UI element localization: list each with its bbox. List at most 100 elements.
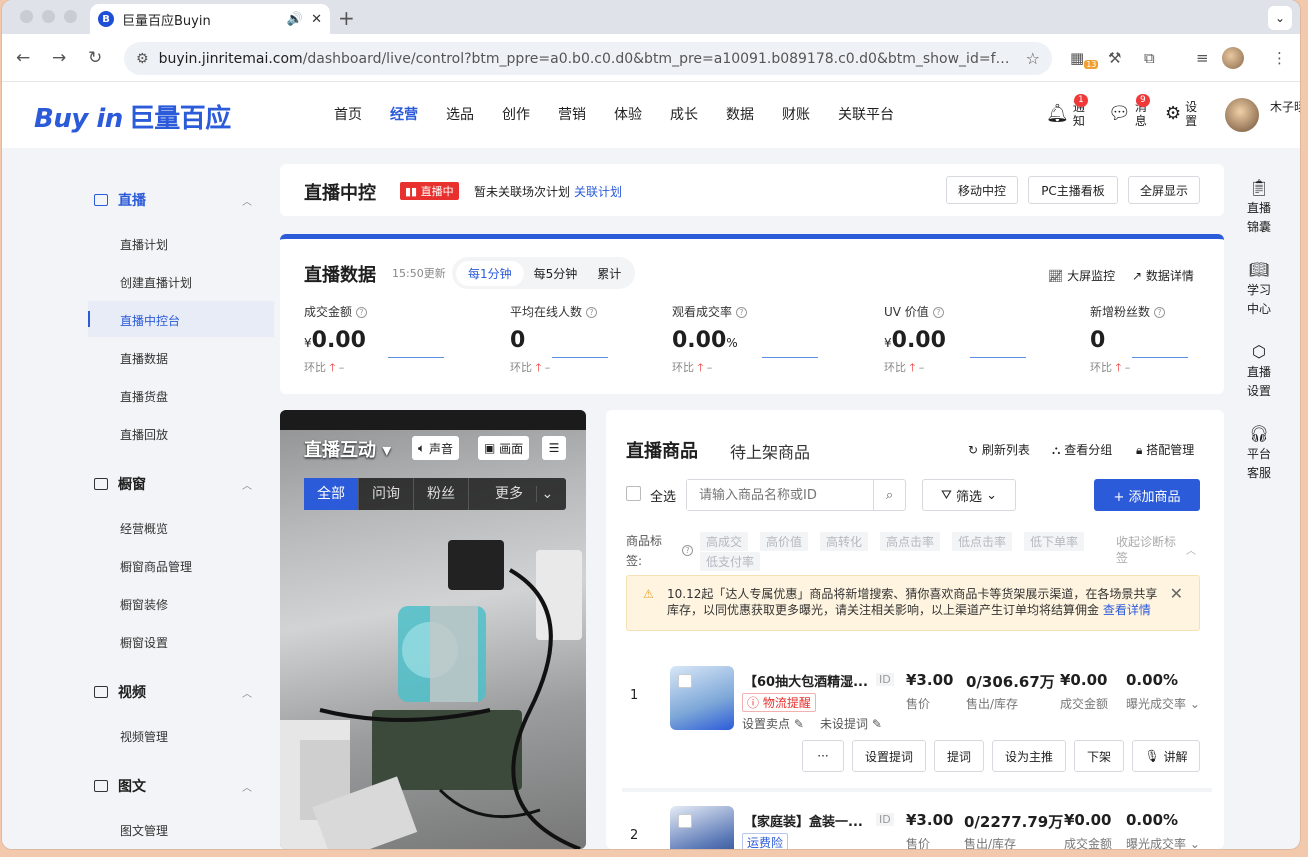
collapse-tags-button[interactable]: 收起诊断标签 bbox=[1116, 534, 1176, 566]
user-name[interactable]: 木子旸 bbox=[1270, 98, 1300, 115]
extension-icon[interactable]: ▦ 13 bbox=[1070, 49, 1099, 69]
explain-button[interactable]: 🎙︎ 讲解 bbox=[1132, 740, 1200, 772]
rail-live-settings[interactable]: ⬡ 直播设置 bbox=[1238, 342, 1280, 401]
goods-title[interactable]: 直播商品 bbox=[626, 437, 698, 463]
tag-high-ctr[interactable]: 高点击率 bbox=[880, 532, 941, 551]
chevron-up-icon[interactable]: ︿ bbox=[242, 193, 252, 208]
tab-all[interactable]: 全部 bbox=[304, 478, 359, 510]
fullscreen-button[interactable]: 全屏显示 bbox=[1128, 176, 1200, 204]
set-prompt-button[interactable]: 设置提词 bbox=[852, 740, 926, 772]
tab-questions[interactable]: 问询 bbox=[359, 478, 414, 510]
new-tab-button[interactable]: + bbox=[338, 6, 355, 30]
sidebar-section-video[interactable]: 视频 bbox=[94, 682, 146, 702]
tag-high-deal[interactable]: 高成交 bbox=[700, 532, 749, 551]
interaction-title[interactable]: 直播互动 ▾ bbox=[304, 436, 391, 462]
big-screen-button[interactable]: 📈︎ 大屏监控 bbox=[1048, 267, 1115, 284]
sidebar-item-create-plan[interactable]: 创建直播计划 bbox=[120, 274, 192, 291]
speaker-icon[interactable]: 🔊 bbox=[287, 12, 303, 27]
prompt-status[interactable]: 未设提词 ✎ bbox=[820, 715, 882, 732]
sidebar-item-replay[interactable]: 直播回放 bbox=[120, 426, 168, 443]
close-window-button[interactable] bbox=[20, 10, 33, 23]
interval-5min[interactable]: 每5分钟 bbox=[524, 261, 588, 286]
bundle-button[interactable]: 🔒︎ 搭配管理 bbox=[1136, 441, 1194, 458]
nav-growth[interactable]: 成长 bbox=[656, 104, 712, 124]
delist-button[interactable]: 下架 bbox=[1074, 740, 1124, 772]
sidebar-item-video-manage[interactable]: 视频管理 bbox=[120, 728, 168, 745]
chevron-up-icon[interactable]: ︿ bbox=[242, 685, 252, 700]
sidebar-item-window-goods[interactable]: 橱窗商品管理 bbox=[120, 558, 192, 575]
mobile-control-button[interactable]: 移动中控 bbox=[946, 176, 1018, 204]
data-detail-button[interactable]: ↗ 数据详情 bbox=[1132, 267, 1194, 284]
close-tab-icon[interactable]: ✕ bbox=[311, 12, 322, 27]
nav-experience[interactable]: 体验 bbox=[600, 104, 656, 124]
goods-search-input[interactable] bbox=[687, 480, 873, 510]
sidebar-section-window[interactable]: 橱窗 bbox=[94, 474, 146, 494]
extension-tool-icon[interactable]: ⚒ bbox=[1108, 49, 1121, 67]
pc-anchor-board-button[interactable]: PC主播看板 bbox=[1028, 176, 1118, 204]
close-icon[interactable]: ✕ bbox=[1170, 586, 1183, 602]
rail-learning[interactable]: 📖︎ 学习中心 bbox=[1238, 260, 1280, 319]
settings-button[interactable]: ⚙ 设置 bbox=[1165, 100, 1199, 128]
item-checkbox[interactable] bbox=[678, 814, 692, 828]
filter-dropdown[interactable]: ⛛ 筛选 ⌄ bbox=[922, 479, 1016, 511]
tab-more[interactable]: 更多 ⌄ bbox=[469, 478, 566, 510]
chevron-up-icon[interactable]: ︿ bbox=[242, 779, 252, 794]
rate-dropdown[interactable]: 曝光成交率 ⌄ bbox=[1126, 695, 1200, 712]
reload-icon[interactable]: ↻ bbox=[88, 48, 102, 68]
sidebar-item-window-settings[interactable]: 橱窗设置 bbox=[120, 634, 168, 651]
sidebar-item-article-manage[interactable]: 图文管理 bbox=[120, 822, 168, 839]
reading-list-icon[interactable]: ≡ bbox=[1196, 49, 1209, 67]
rate-dropdown[interactable]: 曝光成交率 ⌄ bbox=[1126, 835, 1200, 849]
live-video-panel[interactable]: 直播互动 ▾ 🔈︎ 声音 ▣ 画面 ☰ 全部 问询 粉丝 更多 ⌄ bbox=[280, 410, 586, 849]
item-checkbox[interactable] bbox=[678, 674, 692, 688]
sidebar-item-decoration[interactable]: 橱窗装修 bbox=[120, 596, 168, 613]
help-icon[interactable]: ? bbox=[682, 545, 693, 556]
message-button[interactable]: 💬︎ 9 消息 bbox=[1108, 94, 1150, 128]
more-menu-icon[interactable]: ⋮ bbox=[1272, 49, 1287, 67]
site-info-icon[interactable]: ⚙ bbox=[136, 51, 149, 67]
browser-tab[interactable]: B 巨量百应Buyin 🔊 ✕ bbox=[90, 4, 330, 34]
sound-toggle[interactable]: 🔈︎ 声音 bbox=[412, 436, 460, 460]
maximize-window-button[interactable] bbox=[64, 10, 77, 23]
bookmark-star-icon[interactable]: ☆ bbox=[1026, 49, 1040, 68]
product-id-badge[interactable]: ID bbox=[876, 813, 894, 826]
tab-search-button[interactable]: ⌄ bbox=[1268, 6, 1292, 30]
chevron-up-icon[interactable]: ︿ bbox=[1186, 542, 1196, 557]
nav-selection[interactable]: 选品 bbox=[432, 104, 488, 124]
tab-fans[interactable]: 粉丝 bbox=[414, 478, 469, 510]
forward-icon[interactable]: → bbox=[52, 48, 66, 68]
tag-low-pay[interactable]: 低支付率 bbox=[700, 552, 761, 571]
sidebar-item-live-data[interactable]: 直播数据 bbox=[120, 350, 168, 367]
notify-button[interactable]: 🔔︎ 1 通知 bbox=[1046, 94, 1088, 128]
sidebar-section-article[interactable]: 图文 bbox=[94, 776, 146, 796]
chevron-up-icon[interactable]: ︿ bbox=[242, 477, 252, 492]
nav-linked-platform[interactable]: 关联平台 bbox=[824, 104, 908, 124]
product-id-badge[interactable]: ID bbox=[876, 673, 894, 686]
search-icon[interactable]: ⌕ bbox=[873, 480, 905, 510]
filter-settings-icon[interactable]: ☰ bbox=[542, 436, 566, 460]
picture-toggle[interactable]: ▣ 画面 bbox=[478, 436, 530, 460]
nav-marketing[interactable]: 营销 bbox=[544, 104, 600, 124]
nav-finance[interactable]: 财账 bbox=[768, 104, 824, 124]
set-sell-point[interactable]: 设置卖点 ✎ bbox=[742, 715, 804, 732]
add-goods-button[interactable]: + 添加商品 bbox=[1094, 479, 1200, 511]
interval-1min[interactable]: 每1分钟 bbox=[456, 260, 524, 286]
minimize-window-button[interactable] bbox=[42, 10, 55, 23]
extensions-puzzle-icon[interactable]: ⧉ bbox=[1144, 49, 1155, 67]
nav-operation[interactable]: 经营 bbox=[376, 104, 432, 124]
user-avatar[interactable] bbox=[1225, 98, 1259, 132]
set-main-button[interactable]: 设为主推 bbox=[992, 740, 1066, 772]
nav-data[interactable]: 数据 bbox=[712, 104, 768, 124]
more-actions-button[interactable]: ··· bbox=[802, 740, 844, 772]
refresh-button[interactable]: ↻ 刷新列表 bbox=[968, 441, 1030, 458]
link-plan-link[interactable]: 关联计划 bbox=[574, 183, 622, 200]
profile-avatar[interactable] bbox=[1222, 47, 1244, 69]
tag-high-value[interactable]: 高价值 bbox=[760, 532, 809, 551]
tag-low-ctr[interactable]: 低点击率 bbox=[952, 532, 1013, 551]
sidebar-item-control[interactable]: 直播中控台 bbox=[120, 312, 180, 329]
product-name[interactable]: 【家庭装】盒装一... bbox=[744, 811, 863, 830]
prompt-button[interactable]: 提词 bbox=[934, 740, 984, 772]
interval-total[interactable]: 累计 bbox=[587, 261, 631, 286]
nav-create[interactable]: 创作 bbox=[488, 104, 544, 124]
address-bar[interactable]: ⚙ buyin.jinritemai.com/dashboard/live/co… bbox=[124, 42, 1052, 75]
